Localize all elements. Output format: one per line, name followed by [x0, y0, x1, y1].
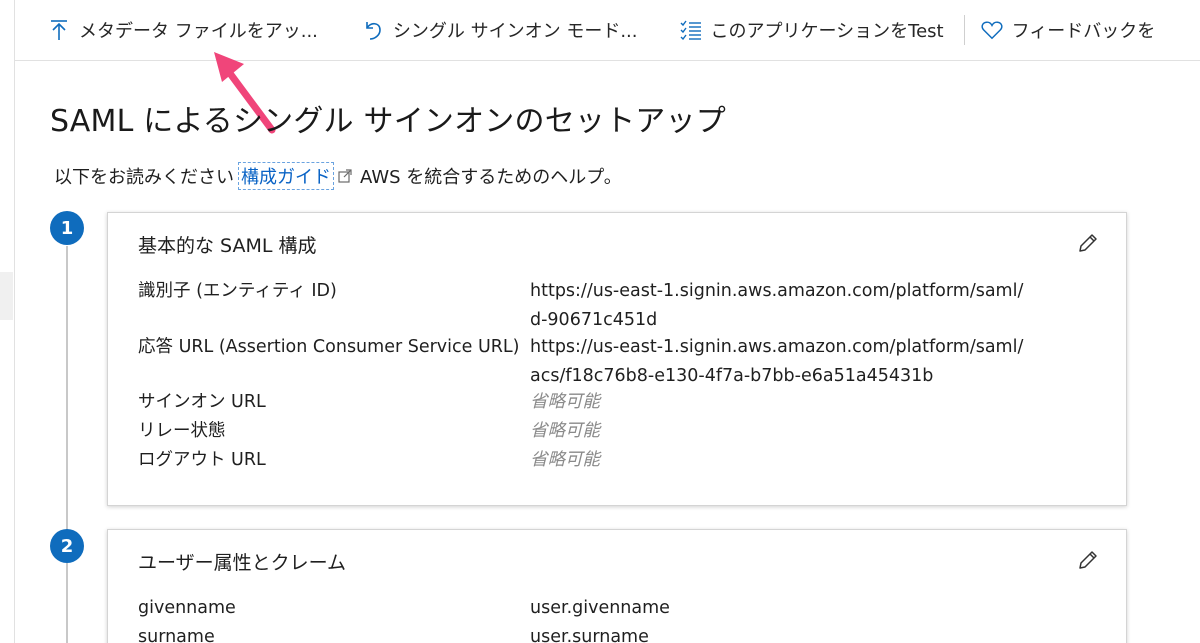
- intro-before-text: 以下をお読みください: [54, 167, 234, 188]
- app-frame: メタデータ ファイルをアッ... シングル サインオン モード... このアプリ…: [0, 0, 1200, 643]
- edit-user-attributes-button[interactable]: [1074, 546, 1102, 574]
- step-number-badge: 2: [50, 529, 84, 563]
- reply-url-row: 応答 URL (Assertion Consumer Service URL) …: [138, 333, 1098, 391]
- row-value-line: https://us-east-1.signin.aws.amazon.com/…: [530, 337, 1024, 357]
- row-value: user.givenname: [530, 598, 670, 618]
- row-value-line: https://us-east-1.signin.aws.amazon.com/…: [530, 281, 1024, 301]
- feedback-button[interactable]: フィードバックを: [981, 0, 1156, 60]
- row-value: 省略可能: [530, 392, 600, 412]
- row-label: リレー状態: [138, 421, 226, 441]
- surname-row: surname user.surname: [138, 623, 1098, 643]
- givenname-row: givenname user.givenname: [138, 594, 1098, 623]
- row-label: givenname: [138, 598, 236, 618]
- external-link-icon: [338, 169, 352, 183]
- step-number-badge: 1: [50, 211, 84, 245]
- row-value: https://us-east-1.signin.aws.amazon.com/…: [530, 277, 1023, 335]
- change-sso-mode-label: シングル サインオン モード...: [392, 21, 638, 42]
- row-value-line: acs/f18c76b8-e130-4f7a-b7bb-e6a51a45431b: [530, 366, 934, 386]
- heart-icon: [981, 19, 1003, 41]
- row-value: 省略可能: [530, 450, 600, 470]
- edit-basic-saml-button[interactable]: [1074, 229, 1102, 257]
- intro-after-text: AWS を統合するためのヘルプ。: [360, 167, 622, 188]
- basic-saml-configuration-card: 基本的な SAML 構成 識別子 (エンティティ ID) https://us-…: [107, 212, 1127, 506]
- configuration-guide-link[interactable]: 構成ガイド: [238, 162, 334, 190]
- upload-metadata-label: メタデータ ファイルをアッ...: [79, 21, 318, 42]
- step-connector-line: [66, 563, 68, 643]
- identifier-row: 識別子 (エンティティ ID) https://us-east-1.signin…: [138, 277, 1098, 335]
- row-label: ログアウト URL: [138, 450, 266, 470]
- row-label: surname: [138, 627, 215, 643]
- card-title: ユーザー属性とクレーム: [138, 552, 347, 574]
- intro-text: 以下をお読みください 構成ガイド AWS を統合するためのヘルプ。: [54, 162, 622, 190]
- row-value-line: d-90671c451d: [530, 310, 658, 330]
- test-application-label: このアプリケーションをTest: [710, 21, 944, 42]
- relay-state-row: リレー状態 省略可能: [138, 417, 1098, 446]
- row-value: user.surname: [530, 627, 649, 643]
- row-label: 応答 URL (Assertion Consumer Service URL): [138, 337, 520, 357]
- upload-arrow-icon: [48, 19, 70, 41]
- toolbar-separator: [963, 15, 965, 45]
- test-application-button[interactable]: このアプリケーションをTest: [680, 0, 944, 60]
- page-title: SAML によるシングル サインオンのセットアップ: [50, 104, 726, 139]
- step-connector-line: [66, 246, 68, 531]
- undo-icon: [362, 19, 384, 41]
- feedback-label: フィードバックを: [1011, 21, 1156, 42]
- row-value: 省略可能: [530, 421, 600, 441]
- user-attributes-claims-card: ユーザー属性とクレーム givenname user.givenname sur…: [107, 529, 1127, 643]
- row-value: https://us-east-1.signin.aws.amazon.com/…: [530, 333, 1023, 391]
- card-title: 基本的な SAML 構成: [138, 235, 317, 257]
- sign-on-url-row: サインオン URL 省略可能: [138, 388, 1098, 417]
- command-bar: メタデータ ファイルをアッ... シングル サインオン モード... このアプリ…: [14, 0, 1200, 61]
- change-sso-mode-button[interactable]: シングル サインオン モード...: [362, 0, 638, 60]
- logout-url-row: ログアウト URL 省略可能: [138, 446, 1098, 475]
- checklist-icon: [680, 19, 702, 41]
- row-label: 識別子 (エンティティ ID): [138, 281, 337, 301]
- pencil-icon: [1079, 551, 1097, 569]
- pencil-icon: [1079, 234, 1097, 252]
- left-nav-edge: [0, 0, 15, 643]
- left-nav-handle[interactable]: [0, 272, 13, 320]
- row-label: サインオン URL: [138, 392, 266, 412]
- upload-metadata-button[interactable]: メタデータ ファイルをアッ...: [48, 0, 318, 60]
